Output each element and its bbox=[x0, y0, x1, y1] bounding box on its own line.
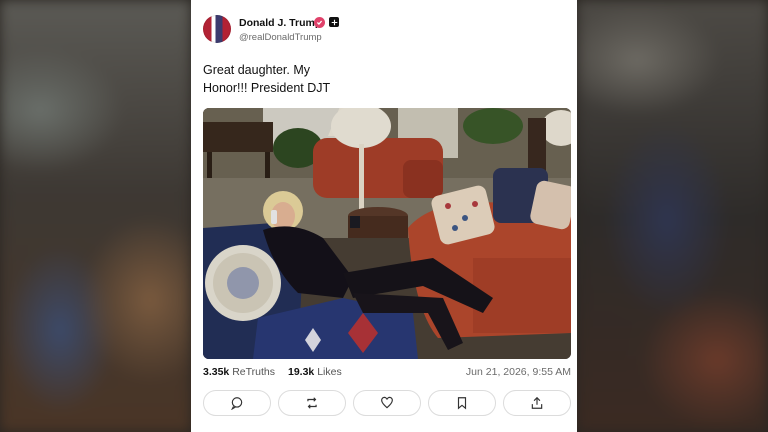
blurred-background-right bbox=[577, 0, 768, 432]
post-text: Great daughter. My Honor!!! President DJ… bbox=[203, 61, 503, 97]
action-bar bbox=[203, 390, 573, 418]
share-button[interactable] bbox=[503, 390, 571, 416]
post-timestamp[interactable]: Jun 21, 2026, 9:55 AM bbox=[466, 366, 571, 378]
platform-badge-icon bbox=[329, 17, 339, 27]
like-button[interactable] bbox=[353, 390, 421, 416]
post-card: Donald J. Trump @realDonaldTrump Great d… bbox=[191, 0, 577, 432]
repost-icon bbox=[307, 397, 317, 409]
post-stats: 3.35k ReTruths 19.3k Likes Jun 21, 2026,… bbox=[203, 366, 571, 380]
likes-count: 19.3k bbox=[288, 366, 315, 378]
bookmark-button[interactable] bbox=[428, 390, 496, 416]
verified-badge-icon bbox=[314, 17, 325, 28]
heart-icon bbox=[381, 396, 393, 409]
author-handle[interactable]: @realDonaldTrump bbox=[239, 32, 322, 43]
share-icon bbox=[531, 396, 543, 409]
retruths-label: ReTruths bbox=[232, 366, 275, 378]
retruths-count: 3.35k bbox=[203, 366, 230, 378]
post-photo[interactable] bbox=[203, 108, 571, 359]
author-name[interactable]: Donald J. Trump bbox=[239, 17, 321, 29]
blurred-background-left bbox=[0, 0, 191, 432]
post-text-line: Great daughter. My bbox=[203, 63, 311, 77]
bookmark-icon bbox=[457, 397, 467, 410]
likes-label: Likes bbox=[317, 366, 342, 378]
retruth-button[interactable] bbox=[278, 390, 346, 416]
retruths-stat[interactable]: 3.35k ReTruths bbox=[203, 366, 275, 378]
comment-icon bbox=[231, 397, 243, 410]
reply-button[interactable] bbox=[203, 390, 271, 416]
avatar[interactable] bbox=[203, 15, 231, 43]
post-text-line: Honor!!! President DJT bbox=[203, 81, 331, 95]
likes-stat[interactable]: 19.3k Likes bbox=[288, 366, 342, 378]
